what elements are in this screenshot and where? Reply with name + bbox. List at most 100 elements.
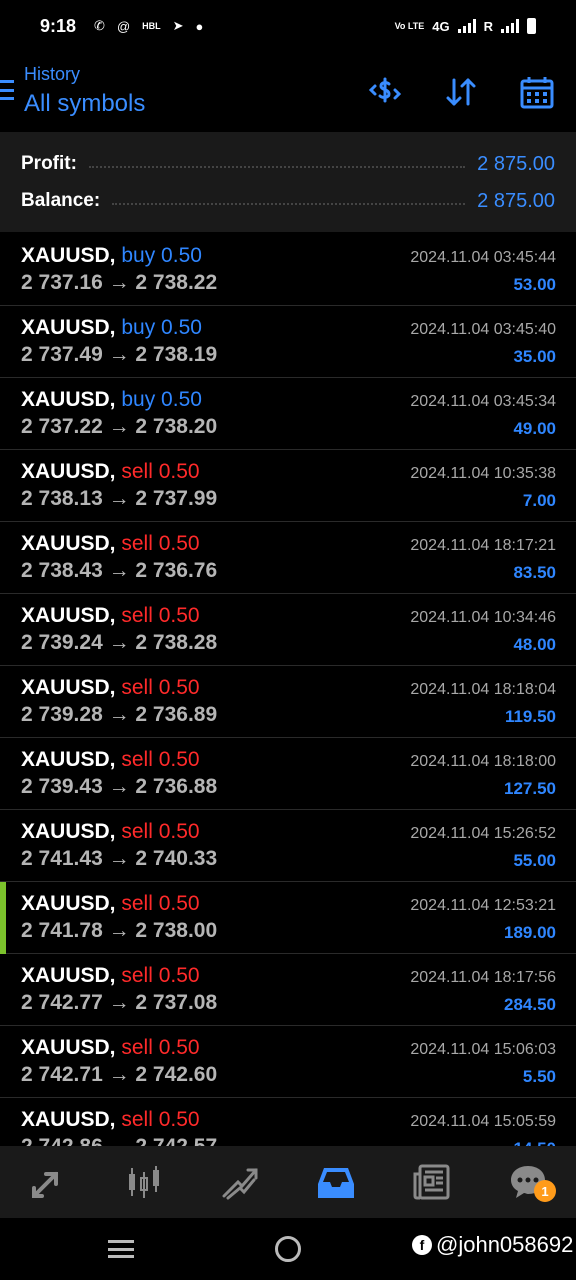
nav-news[interactable] xyxy=(384,1146,480,1218)
nav-trade[interactable] xyxy=(192,1146,288,1218)
deal-prices: 2 742.86 → 2 742.57 xyxy=(21,1135,217,1146)
deal-row[interactable]: XAUUSD, sell 0.50 2 742.86 → 2 742.57 2024… xyxy=(0,1098,576,1146)
deal-profit: 189.00 xyxy=(504,923,556,942)
bottom-nav: 1 xyxy=(0,1146,576,1218)
recents-icon[interactable] xyxy=(108,1240,134,1258)
deal-symbol: XAUUSD, sell 0.50 xyxy=(21,532,200,556)
deal-type-volume: sell 0.50 xyxy=(121,964,200,987)
nav-chats[interactable]: 1 xyxy=(480,1146,576,1218)
symbol-name: XAUUSD, xyxy=(21,532,116,555)
dollar-swap-icon xyxy=(368,77,402,103)
deal-row[interactable]: XAUUSD, buy 0.50 2 737.22 → 2 738.20 2024.… xyxy=(0,378,576,450)
balance-value: 2 875.00 xyxy=(477,189,555,212)
deal-row[interactable]: XAUUSD, sell 0.50 2 739.43 → 2 736.88 2024… xyxy=(0,738,576,810)
quotes-icon xyxy=(32,1172,58,1198)
deal-type-volume: sell 0.50 xyxy=(121,532,200,555)
deal-profit: 127.50 xyxy=(504,779,556,798)
calendar-button[interactable] xyxy=(517,72,557,112)
symbol-name: XAUUSD, xyxy=(21,244,116,267)
watermark: f @john058692 xyxy=(412,1232,573,1258)
deal-prices: 2 742.77 → 2 737.08 xyxy=(21,991,218,1014)
deal-type-volume: sell 0.50 xyxy=(121,676,200,699)
facebook-icon: f xyxy=(412,1235,432,1255)
deal-type-volume: buy 0.50 xyxy=(121,316,202,339)
deal-type-volume: sell 0.50 xyxy=(121,892,200,915)
deal-prices: 2 737.49 → 2 738.19 xyxy=(21,343,218,366)
deal-symbol: XAUUSD, sell 0.50 xyxy=(21,460,200,484)
deal-prices: 2 741.78 → 2 738.00 xyxy=(21,919,218,942)
deal-row[interactable]: XAUUSD, buy 0.50 2 737.49 → 2 738.19 2024.… xyxy=(0,306,576,378)
symbol-name: XAUUSD, xyxy=(21,316,116,339)
header: History All symbols xyxy=(0,58,576,128)
nav-quotes[interactable] xyxy=(0,1146,96,1218)
deal-row[interactable]: XAUUSD, sell 0.50 2 741.43 → 2 740.33 2024… xyxy=(0,810,576,882)
roaming-indicator: R xyxy=(483,18,493,34)
deal-profit: 5.50 xyxy=(522,1067,556,1086)
currency-filter-button[interactable] xyxy=(365,72,405,112)
status-bar: 9:18 ✆ @ HBL ➤ ● Vo LTE 4G R xyxy=(0,0,576,52)
dot-icon: ● xyxy=(195,18,204,34)
nav-chart[interactable] xyxy=(96,1146,192,1218)
symbol-name: XAUUSD, xyxy=(21,748,116,771)
sort-icon xyxy=(446,78,476,106)
deal-prices: 2 742.71 → 2 742.60 xyxy=(21,1063,218,1086)
deal-symbol: XAUUSD, sell 0.50 xyxy=(21,1108,200,1132)
deal-row[interactable]: XAUUSD, sell 0.50 2 742.77 → 2 737.08 2024… xyxy=(0,954,576,1026)
network-type: 4G xyxy=(432,18,450,34)
deal-prices: 2 741.43 → 2 740.33 xyxy=(21,847,218,870)
deal-profit: 55.00 xyxy=(513,851,556,870)
symbol-name: XAUUSD, xyxy=(21,1036,116,1059)
dotted-leader xyxy=(112,203,466,205)
home-icon[interactable] xyxy=(275,1236,301,1262)
deal-time: 2024.11.04 12:53:21 xyxy=(410,897,556,914)
status-time: 9:18 xyxy=(40,15,77,36)
deal-profit: 83.50 xyxy=(513,563,556,582)
deal-time: 2024.11.04 18:18:00 xyxy=(410,753,556,770)
deal-prices: 2 739.43 → 2 736.88 xyxy=(21,775,218,798)
deal-type-volume: buy 0.50 xyxy=(121,388,202,411)
deal-time: 2024.11.04 18:17:56 xyxy=(410,969,556,986)
deal-row[interactable]: XAUUSD, sell 0.50 2 739.24 → 2 738.28 2024… xyxy=(0,594,576,666)
deal-profit: 48.00 xyxy=(513,635,556,654)
deal-time: 2024.11.04 18:17:21 xyxy=(410,537,556,554)
deal-profit: 14.50 xyxy=(513,1139,556,1146)
sort-button[interactable] xyxy=(441,72,481,112)
deal-row[interactable]: XAUUSD, sell 0.50 2 738.43 → 2 736.76 2024… xyxy=(0,522,576,594)
chart-icon xyxy=(129,1166,159,1198)
deal-type-volume: sell 0.50 xyxy=(121,460,200,483)
deal-row[interactable]: XAUUSD, sell 0.50 2 739.28 → 2 736.89 2024… xyxy=(0,666,576,738)
deal-symbol: XAUUSD, sell 0.50 xyxy=(21,1036,200,1060)
deal-prices: 2 737.22 → 2 738.20 xyxy=(21,415,218,438)
symbol-name: XAUUSD, xyxy=(21,388,116,411)
watermark-text: @john058692 xyxy=(436,1232,574,1257)
symbol-name: XAUUSD, xyxy=(21,820,116,843)
deal-row[interactable]: XAUUSD, sell 0.50 2 738.13 → 2 737.99 2024… xyxy=(0,450,576,522)
deal-row[interactable]: XAUUSD, sell 0.50 2 742.71 → 2 742.60 2024… xyxy=(0,1026,576,1098)
menu-icon[interactable] xyxy=(0,80,14,100)
summary-panel: Profit: 2 875.00 Balance: 2 875.00 xyxy=(0,132,576,232)
history-icon xyxy=(318,1168,354,1198)
symbol-name: XAUUSD, xyxy=(21,892,116,915)
threads-icon: @ xyxy=(116,18,131,34)
deal-symbol: XAUUSD, sell 0.50 xyxy=(21,892,200,916)
deal-row[interactable]: XAUUSD, buy 0.50 2 737.16 → 2 738.22 2024.… xyxy=(0,234,576,306)
deal-time: 2024.11.04 10:34:46 xyxy=(410,609,556,626)
deal-symbol: XAUUSD, buy 0.50 xyxy=(21,244,202,268)
deal-profit: 35.00 xyxy=(513,347,556,366)
deal-prices: 2 739.24 → 2 738.28 xyxy=(21,631,218,654)
wifi-call-icon: ✆ xyxy=(94,18,105,33)
nav-history[interactable] xyxy=(288,1146,384,1218)
deals-list[interactable]: XAUUSD, buy 0.50 2 737.16 → 2 738.22 2024.… xyxy=(0,234,576,1146)
deal-time: 2024.11.04 10:35:38 xyxy=(410,465,556,482)
deal-symbol: XAUUSD, sell 0.50 xyxy=(21,964,200,988)
header-title[interactable]: All symbols xyxy=(24,90,145,118)
deal-prices: 2 738.13 → 2 737.99 xyxy=(21,487,218,510)
deal-symbol: XAUUSD, sell 0.50 xyxy=(21,748,200,772)
deal-time: 2024.11.04 03:45:44 xyxy=(410,249,556,266)
deal-type-volume: sell 0.50 xyxy=(121,1036,200,1059)
deal-profit: 53.00 xyxy=(513,275,556,294)
deal-row[interactable]: XAUUSD, sell 0.50 2 741.78 → 2 738.00 2024… xyxy=(0,882,576,954)
deal-time: 2024.11.04 15:05:59 xyxy=(410,1113,556,1130)
profit-row: Profit: 2 875.00 xyxy=(21,149,555,179)
hbl-icon: HBL xyxy=(142,21,161,31)
